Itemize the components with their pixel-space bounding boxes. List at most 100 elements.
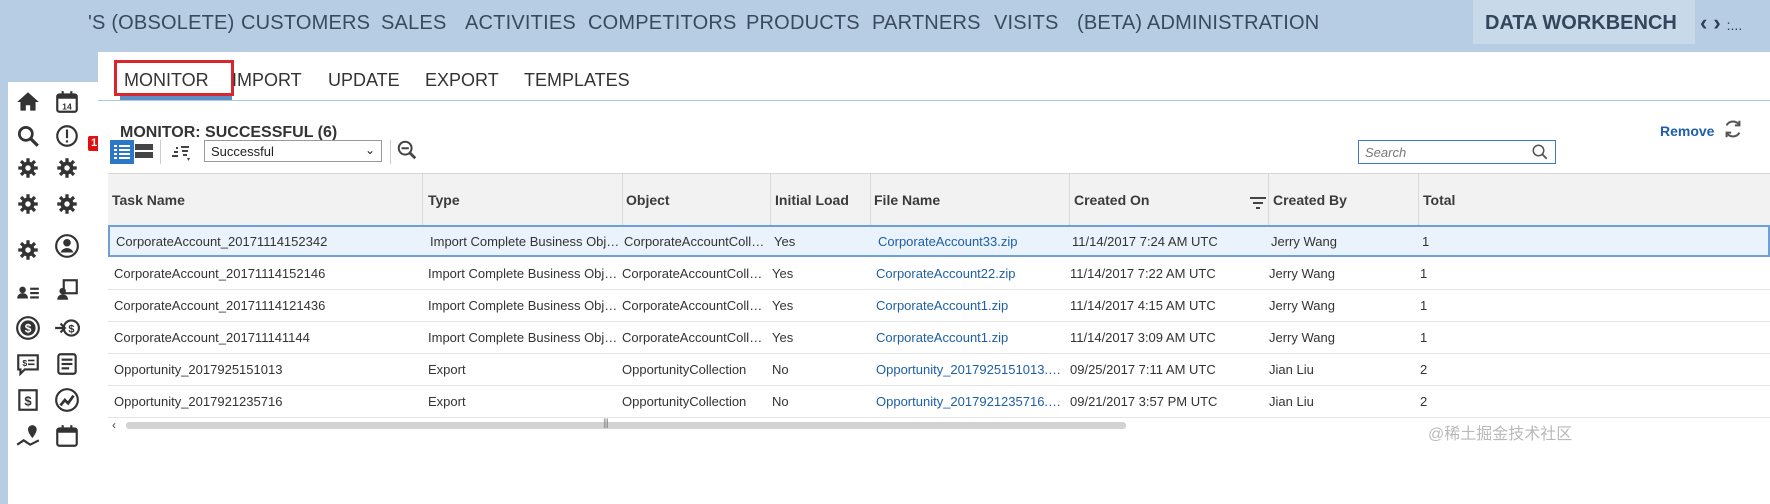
svg-text:$: $ xyxy=(25,321,32,335)
column-divider xyxy=(1069,174,1070,226)
tab-export[interactable]: EXPORT xyxy=(425,70,499,91)
cell-total: 1 xyxy=(1420,298,1428,313)
column-divider xyxy=(1268,174,1269,226)
cell-total: 1 xyxy=(1420,266,1428,281)
cell-total: 2 xyxy=(1420,362,1428,377)
quote-icon[interactable]: $ xyxy=(14,350,42,378)
cell-type: Import Complete Business Object xyxy=(430,234,620,249)
column-header-created-by[interactable]: Created By xyxy=(1273,192,1347,208)
column-header-initial-load[interactable]: Initial Load xyxy=(775,192,849,208)
list-view-icon[interactable] xyxy=(110,140,134,164)
cell-file-name[interactable]: Opportunity_2017925151013.csv xyxy=(876,362,1064,377)
column-divider xyxy=(1418,174,1419,226)
tab-update[interactable]: UPDATE xyxy=(328,70,400,91)
nav-scroll-left-icon[interactable]: ‹ xyxy=(1700,10,1707,35)
cell-file-name[interactable]: Opportunity_2017921235716.csv xyxy=(876,394,1064,409)
cell-created-by: Jian Liu xyxy=(1269,394,1314,409)
status-filter-select[interactable]: Successful ⌄ xyxy=(204,140,382,162)
tab-monitor[interactable]: MONITOR xyxy=(124,70,209,91)
cell-file-name[interactable]: CorporateAccount22.zip xyxy=(876,266,1015,281)
tab-templates[interactable]: TEMPLATES xyxy=(524,70,630,91)
nav-item-partners[interactable]: PARTNERS xyxy=(872,12,981,35)
nav-item-obsolete[interactable]: 'S (OBSOLETE) xyxy=(88,12,234,35)
cell-initial-load: No xyxy=(772,362,789,377)
nav-item-customers[interactable]: CUSTOMERS xyxy=(241,12,370,35)
column-header-file-name[interactable]: File Name xyxy=(874,192,940,208)
svg-text:$: $ xyxy=(68,323,74,335)
nav-item-activities[interactable]: ACTIVITIES xyxy=(465,12,576,35)
nav-item-sales[interactable]: SALES xyxy=(381,12,446,35)
sort-icon[interactable] xyxy=(170,141,192,163)
map-pin-icon[interactable] xyxy=(14,422,42,450)
table-row[interactable]: Opportunity_2017925151013 Export Opportuni… xyxy=(108,353,1770,386)
nav-item-visits[interactable]: VISITS xyxy=(994,12,1059,35)
scroll-left-icon[interactable]: ‹ xyxy=(112,418,116,432)
table-row[interactable]: Opportunity_2017921235716 Export Opportuni… xyxy=(108,385,1770,418)
chart-circle-icon[interactable] xyxy=(53,386,81,414)
search-field[interactable] xyxy=(1358,140,1556,164)
dollar-arrow-icon[interactable]: $ xyxy=(53,314,81,342)
tab-import[interactable]: IMPORT xyxy=(232,70,302,91)
filter-icon[interactable] xyxy=(1250,196,1266,210)
user-circle-icon[interactable] xyxy=(53,232,81,260)
cell-file-name[interactable]: CorporateAccount1.zip xyxy=(876,298,1008,313)
calendar-icon[interactable]: 14 xyxy=(53,88,81,116)
table-view-icon[interactable] xyxy=(134,141,154,161)
svg-text:14: 14 xyxy=(62,102,72,112)
cell-file-name[interactable]: CorporateAccount1.zip xyxy=(876,330,1008,345)
dollar-circle-icon[interactable]: $ xyxy=(14,314,42,342)
cell-created-by: Jerry Wang xyxy=(1271,234,1337,249)
cell-total: 2 xyxy=(1420,394,1428,409)
table-header: Task Name Type Object Initial Load File … xyxy=(108,173,1770,227)
cell-type: Export xyxy=(428,394,466,409)
cell-task-name: CorporateAccount_20171114152342 xyxy=(116,234,328,249)
table-row[interactable]: CorporateAccount_20171114152146 Import Co… xyxy=(108,257,1770,290)
nav-more-icon[interactable]: :... xyxy=(1727,17,1743,33)
cell-task-name: CorporateAccount_20171114121436 xyxy=(114,298,326,313)
column-header-task-name[interactable]: Task Name xyxy=(112,192,185,208)
cell-total: 1 xyxy=(1420,330,1428,345)
cell-initial-load: Yes xyxy=(772,298,794,313)
gear-icon[interactable] xyxy=(53,190,81,218)
table-row[interactable]: CorporateAccount_20171114121436 Import Co… xyxy=(108,289,1770,322)
zoom-out-icon[interactable] xyxy=(396,139,420,163)
nav-scroll-right-icon[interactable]: › xyxy=(1713,10,1720,35)
search-icon[interactable] xyxy=(14,122,42,150)
search-icon[interactable] xyxy=(1531,143,1549,161)
remove-button[interactable]: Remove xyxy=(1660,123,1714,139)
table-row[interactable]: CorporateAccount_20171114152342 Import Co… xyxy=(108,225,1770,257)
nav-item-products[interactable]: PRODUCTS xyxy=(746,12,860,35)
cell-object: CorporateAccountCollect... xyxy=(622,298,768,313)
refresh-icon[interactable] xyxy=(1722,118,1748,144)
nav-item-administration[interactable]: (BETA) ADMINISTRATION xyxy=(1077,12,1319,35)
column-divider xyxy=(622,174,623,226)
alert-icon[interactable] xyxy=(53,122,81,150)
document-icon[interactable] xyxy=(53,350,81,378)
cell-file-name[interactable]: CorporateAccount33.zip xyxy=(878,234,1017,249)
invoice-icon[interactable]: $ xyxy=(14,386,42,414)
cell-type: Import Complete Business Object xyxy=(428,330,618,345)
cell-task-name: CorporateAccount_20171114152146 xyxy=(114,266,326,281)
column-header-object[interactable]: Object xyxy=(626,192,670,208)
search-input[interactable] xyxy=(1365,144,1525,160)
gear-icon[interactable] xyxy=(53,154,81,182)
column-header-created-on[interactable]: Created On xyxy=(1074,192,1149,208)
cell-created-on: 11/14/2017 7:24 AM UTC xyxy=(1072,234,1218,249)
home-icon[interactable] xyxy=(14,88,42,116)
team-icon[interactable] xyxy=(53,276,81,304)
table-row[interactable]: CorporateAccount_201711141144 Import Comp… xyxy=(108,321,1770,354)
nav-item-data-workbench[interactable]: DATA WORKBENCH xyxy=(1473,0,1695,44)
gear-icon[interactable] xyxy=(14,190,42,218)
watermark: @稀土掘金技术社区 xyxy=(1428,426,1573,443)
tab-bar: MONITOR IMPORT UPDATE EXPORT TEMPLATES xyxy=(98,52,1770,101)
cell-created-by: Jerry Wang xyxy=(1269,330,1335,345)
column-header-total[interactable]: Total xyxy=(1423,192,1455,208)
contacts-list-icon[interactable] xyxy=(14,278,42,306)
scrollbar-thumb[interactable] xyxy=(126,422,1126,429)
nav-scroll-controls: ‹ ›:... xyxy=(1700,10,1748,36)
gear-icon[interactable] xyxy=(14,236,42,264)
calendar-icon[interactable] xyxy=(53,422,81,450)
column-header-type[interactable]: Type xyxy=(428,192,460,208)
nav-item-competitors[interactable]: COMPETITORS xyxy=(588,12,737,35)
gear-icon[interactable] xyxy=(14,154,42,182)
